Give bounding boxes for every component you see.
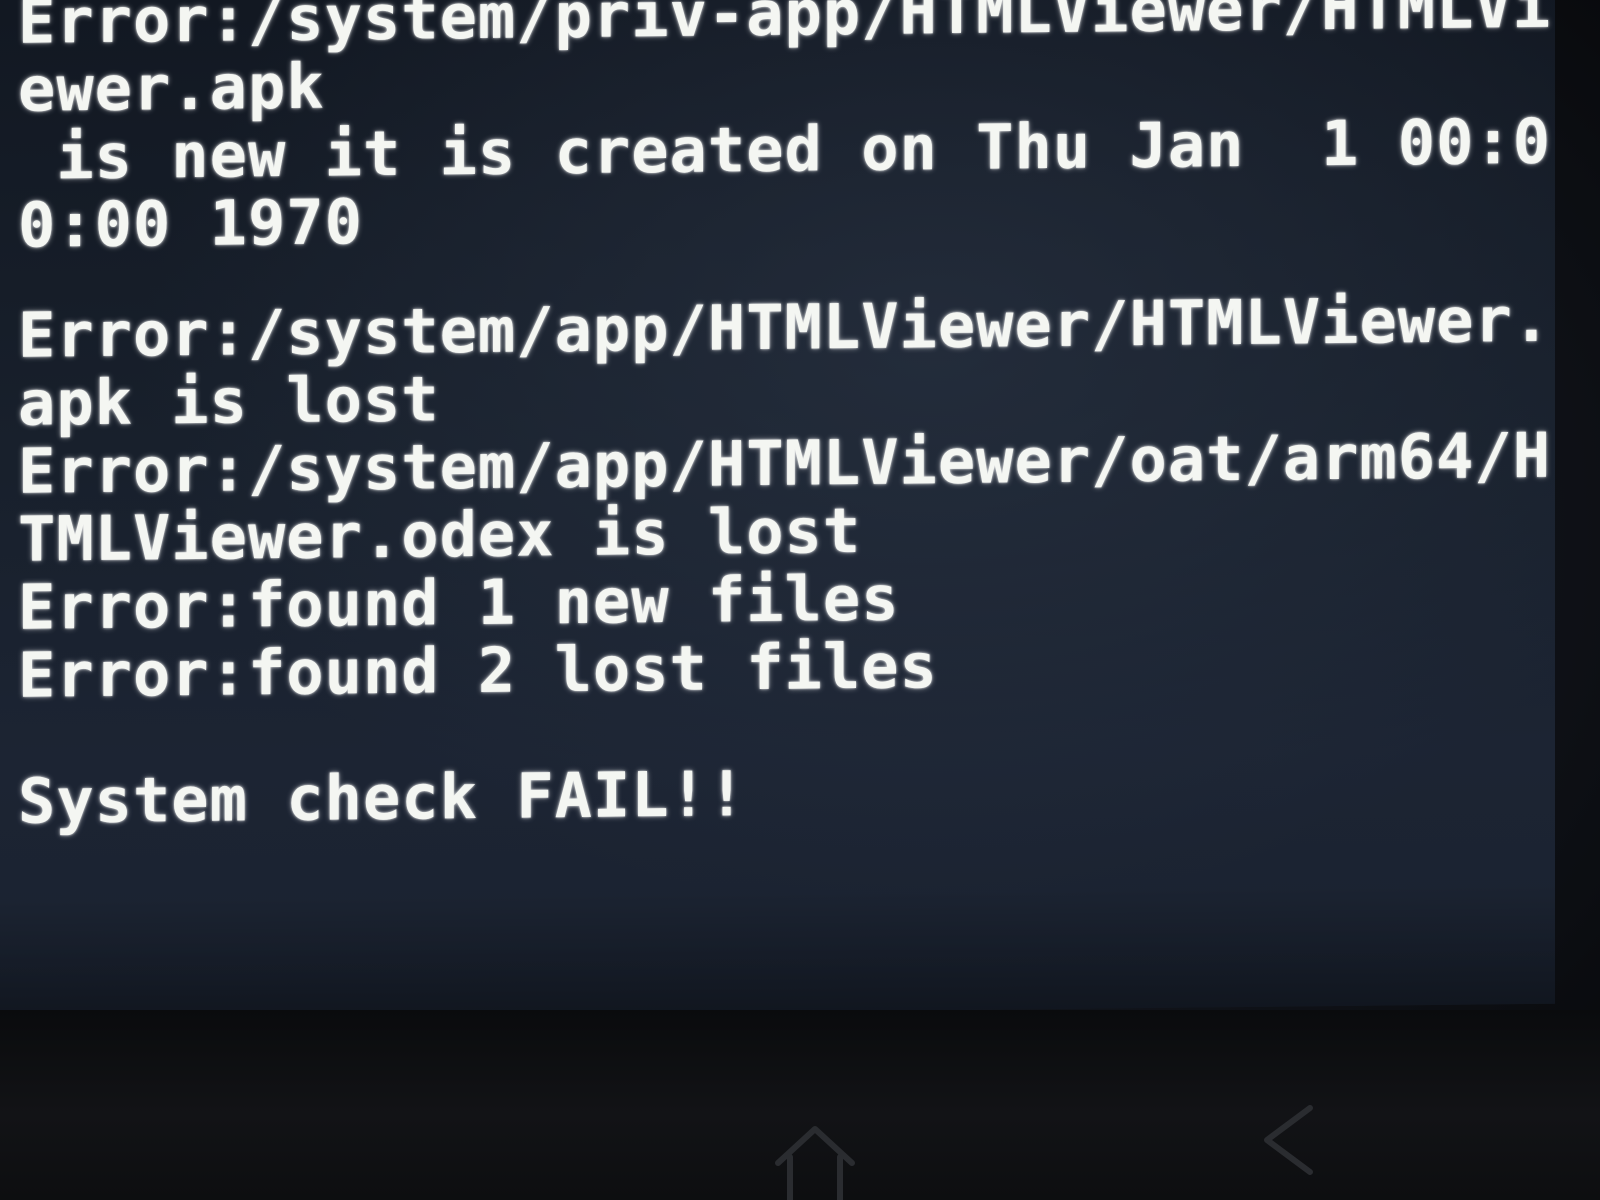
device-screen: Error:/system/priv-app/HTMLViewer/HTMLVi… <box>0 0 1555 1021</box>
system-check-console: Error:/system/priv-app/HTMLViewer/HTMLVi… <box>18 0 1552 838</box>
device-photo: Error:/system/priv-app/HTMLViewer/HTMLVi… <box>0 0 1600 1200</box>
back-icon[interactable] <box>1255 1100 1325 1180</box>
system-check-status: System check FAIL!! <box>18 757 747 838</box>
home-icon[interactable] <box>770 1115 860 1200</box>
console-line: is new it is created on Thu Jan 1 00:0 <box>18 104 1552 194</box>
console-line: Error:/system/app/HTMLViewer/oat/arm64/H <box>18 418 1552 508</box>
console-line: Error:/system/app/HTMLViewer/HTMLViewer. <box>18 282 1552 372</box>
